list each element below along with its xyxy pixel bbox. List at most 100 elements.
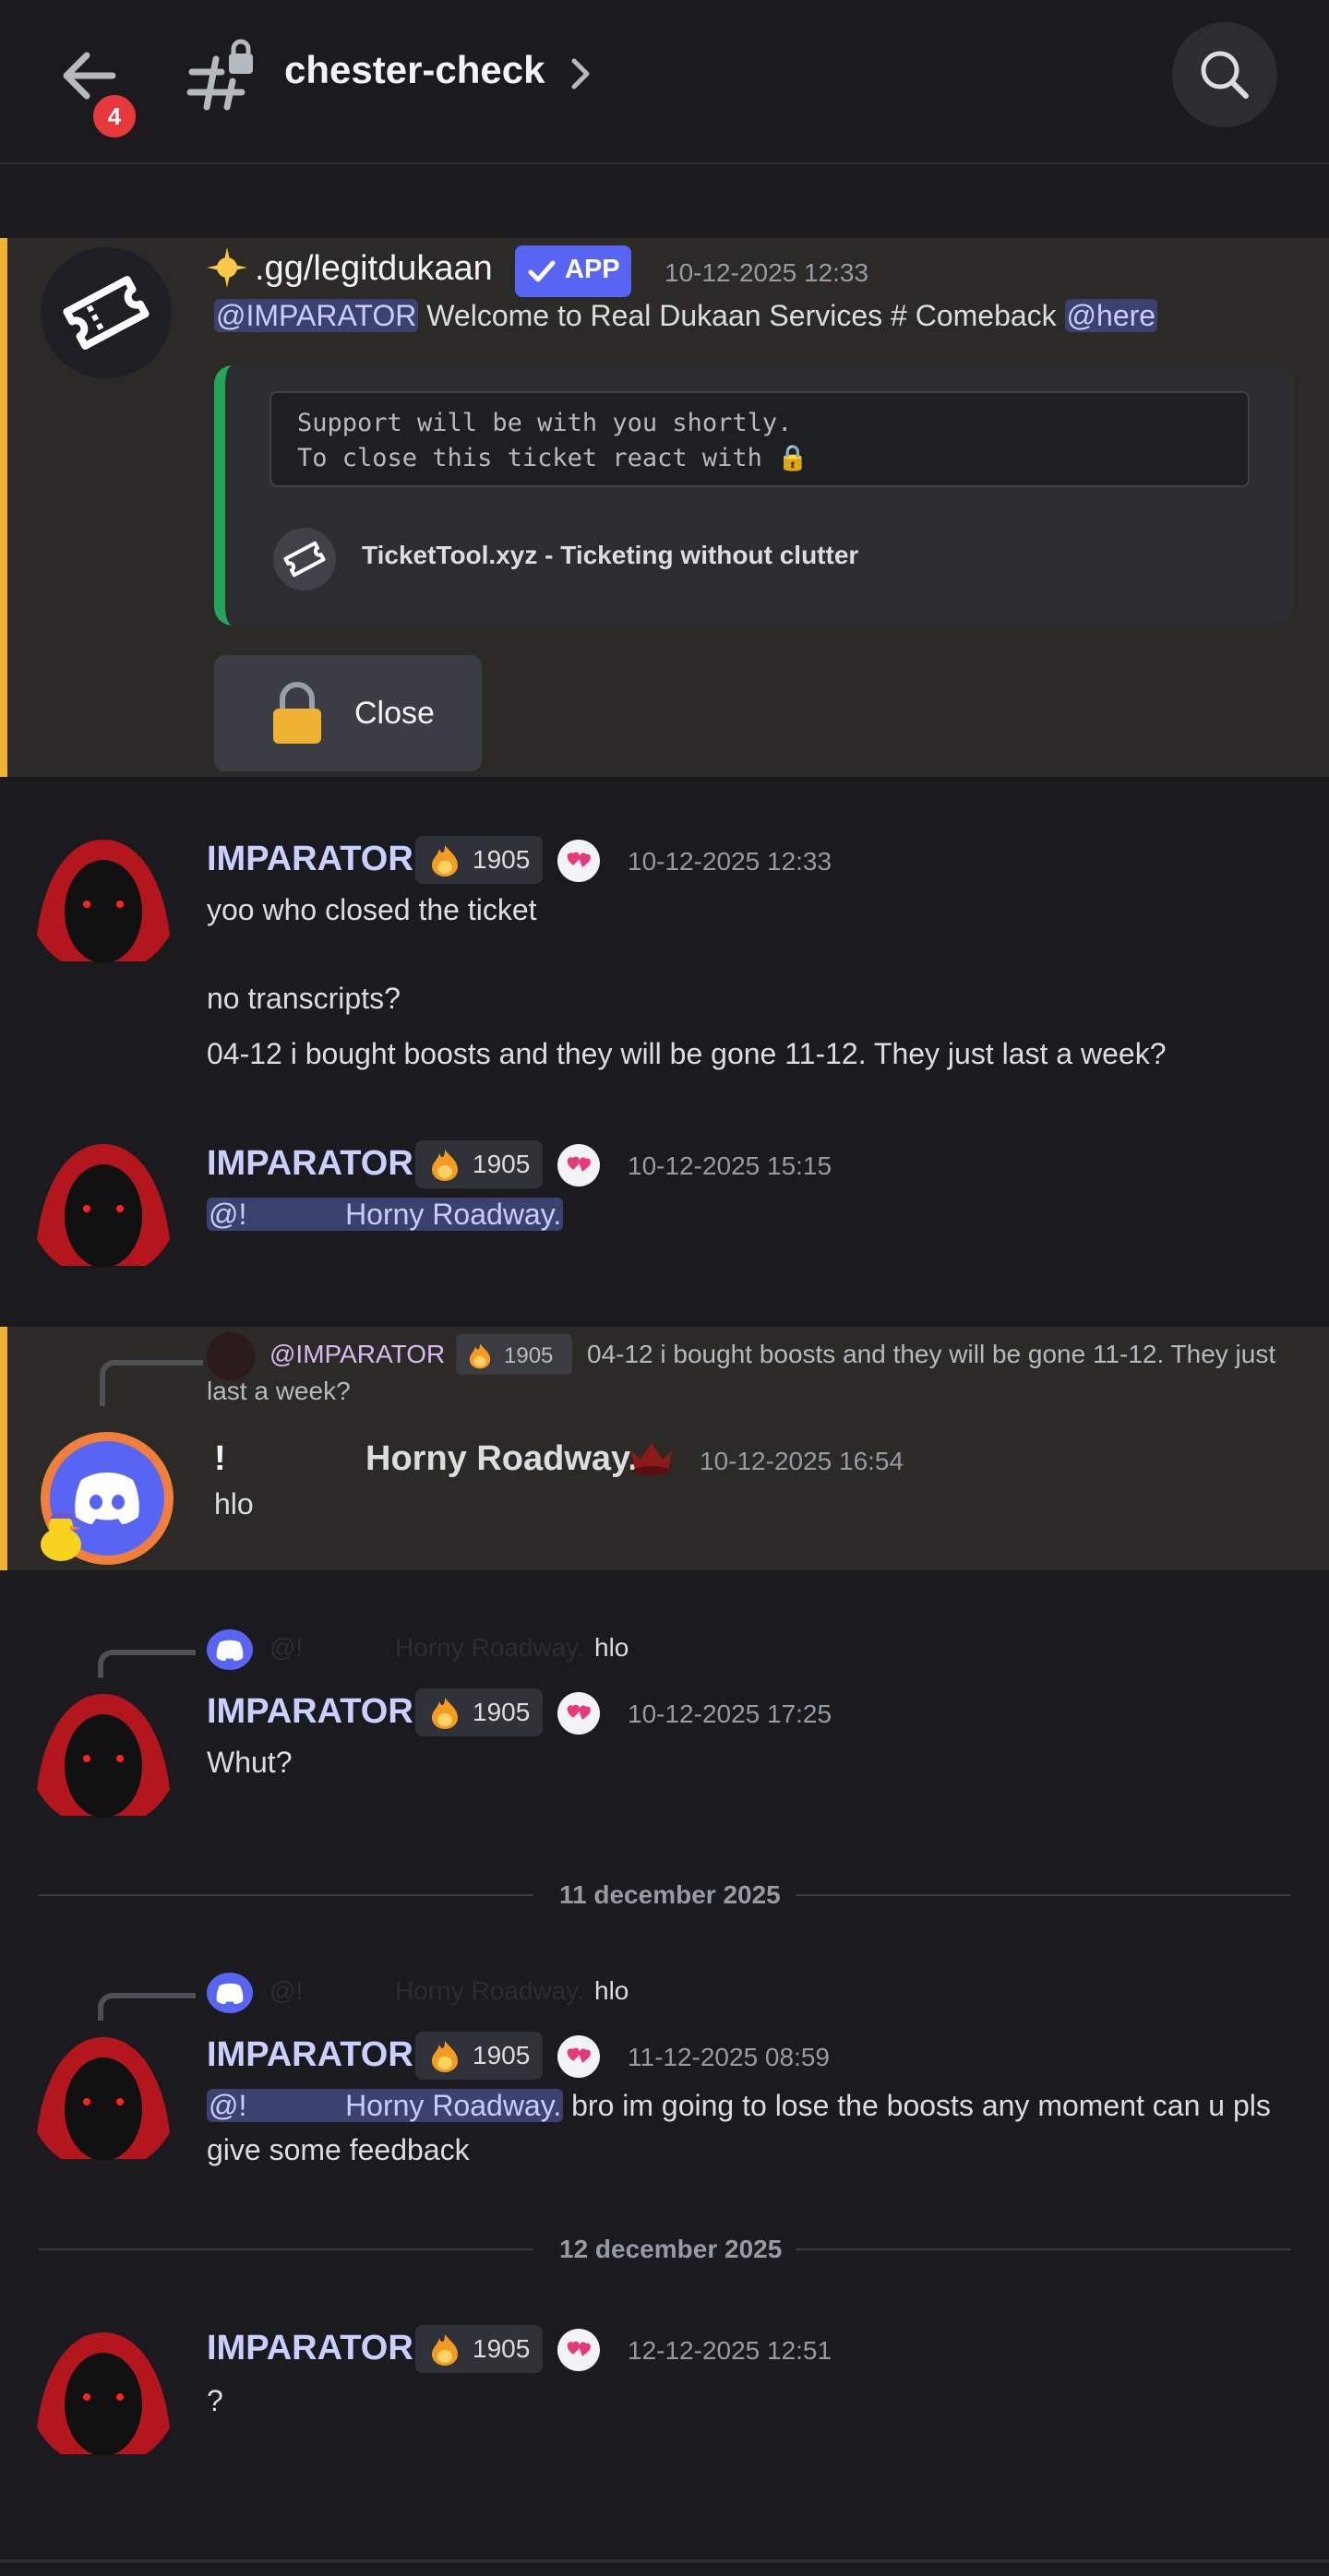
message-horny-roadway: @IMPARATOR 1905 04-12 i bought boosts an… <box>0 1327 1329 1570</box>
timestamp: 10-12-2025 17:25 <box>628 1699 832 1728</box>
embed-footer-text: TicketTool.xyz - Ticketing without clutt… <box>362 541 859 569</box>
message-text: Whut? <box>207 1746 293 1779</box>
channel-hash-lock-icon <box>185 39 258 113</box>
flame-icon <box>432 1150 458 1181</box>
flame-icon <box>432 2334 458 2366</box>
timestamp: 10-12-2025 12:33 <box>628 847 832 876</box>
reply-discord-icon <box>207 1629 253 1670</box>
guild-tag[interactable]: 1905 <box>415 2325 544 2373</box>
username-prefix[interactable]: ! <box>214 1439 226 1479</box>
crown-icon <box>628 1437 676 1480</box>
flame-icon <box>432 2041 458 2072</box>
ticket-tool-avatar[interactable] <box>41 247 172 378</box>
unread-badge: 4 <box>89 90 140 142</box>
reply-discord-icon <box>207 1973 253 2013</box>
flame-icon <box>432 845 458 877</box>
heart-eyes-icon <box>557 840 600 882</box>
imparator-avatar[interactable] <box>28 1127 179 1279</box>
guild-tag[interactable]: 1905 <box>415 2032 544 2080</box>
message-text: yoo who closed the ticket <box>207 893 537 926</box>
guild-tag[interactable]: 1905 <box>415 836 544 884</box>
duck-decoration-icon <box>33 1508 89 1567</box>
reply-guild-tag: 1905 <box>456 1334 572 1375</box>
message-text: Welcome to Real Dukaan Services # Comeba… <box>426 299 1057 332</box>
timestamp: 12-12-2025 12:51 <box>628 2336 832 2365</box>
close-ticket-button[interactable]: Close <box>214 655 482 771</box>
flame-icon <box>469 1343 491 1369</box>
imparator-avatar[interactable] <box>28 2316 179 2467</box>
reply-avatar <box>207 1332 255 1380</box>
chevron-right-icon[interactable] <box>567 54 596 94</box>
tag-label: 1905 <box>473 845 531 874</box>
timestamp: 10-12-2025 12:33 <box>664 258 869 287</box>
reply-username[interactable]: Horny Roadway. <box>395 1633 584 1663</box>
close-button-label: Close <box>354 696 435 731</box>
username[interactable]: IMPARATOR <box>207 840 413 879</box>
date-divider: 11 december 2025 <box>559 1880 781 1909</box>
bot-message: .gg/legitdukaan APP 10-12-2025 12:33 @IM… <box>0 238 1329 777</box>
reply-mention-prefix[interactable]: @! <box>269 1633 303 1663</box>
heart-eyes-icon <box>557 2035 600 2078</box>
embed-line: Support will be with you shortly. <box>297 409 793 437</box>
username[interactable]: IMPARATOR <box>207 2329 413 2368</box>
imparator-avatar[interactable] <box>28 1677 179 1829</box>
timestamp: 10-12-2025 16:54 <box>700 1447 904 1475</box>
tag-label: 1905 <box>473 2041 531 2069</box>
reply-mention-prefix[interactable]: @! <box>269 1976 303 2006</box>
here-mention[interactable]: @here <box>1064 299 1158 332</box>
bot-name[interactable]: .gg/legitdukaan <box>255 249 493 289</box>
reply-connector <box>100 1360 203 1406</box>
heart-eyes-icon <box>557 2329 600 2371</box>
reply-username[interactable]: @IMPARATOR <box>269 1340 445 1369</box>
reply-text: hlo <box>594 1633 629 1662</box>
imparator-avatar[interactable] <box>28 823 179 974</box>
message-text: bro im going to lose the boosts any mome… <box>563 2089 1271 2122</box>
reply-text: 04-12 i bought boosts and they will be g… <box>587 1340 1276 1368</box>
user-mention[interactable]: @! Horny Roadway. <box>207 1198 564 1231</box>
message-content: @! Horny Roadway. <box>207 1198 564 1232</box>
username[interactable]: IMPARATOR <box>207 2035 413 2075</box>
heart-eyes-icon <box>557 1144 600 1187</box>
date-divider: 12 december 2025 <box>559 2235 783 2263</box>
username[interactable]: IMPARATOR <box>207 1144 413 1184</box>
guild-tag[interactable]: 1905 <box>415 1140 544 1188</box>
ticket-icon <box>63 276 150 350</box>
date-divider-line <box>796 2248 1290 2250</box>
reply-tag-label: 1905 <box>504 1343 554 1368</box>
imparator-avatar[interactable] <box>28 2021 179 2172</box>
date-divider-line <box>39 1894 533 1896</box>
message-imparator-1: IMPARATOR 1905 10-12-2025 12:33 yoo who … <box>0 812 1329 1089</box>
message-text: ? <box>207 2384 223 2417</box>
flame-icon <box>432 1698 458 1729</box>
message-imparator-4: @! Horny Roadway. hlo IMPARATOR 1905 11-… <box>0 1967 1329 2179</box>
reply-username[interactable]: Horny Roadway. <box>395 1976 584 2006</box>
message-text: 04-12 i bought boosts and they will be g… <box>207 1037 1167 1070</box>
channel-name[interactable]: chester-check <box>284 48 545 92</box>
reply-text: hlo <box>594 1976 629 2005</box>
sparkle-icon <box>207 247 247 288</box>
message-text: give some feedback <box>207 2133 470 2166</box>
timestamp: 10-12-2025 15:15 <box>628 1151 832 1180</box>
guild-tag[interactable]: 1905 <box>415 1688 544 1736</box>
user-mention[interactable]: @! Horny Roadway. <box>207 2089 564 2122</box>
username[interactable]: IMPARATOR <box>207 1692 413 1732</box>
message-text: hlo <box>214 1487 254 1521</box>
message-content: @! Horny Roadway. bro im going to lose t… <box>207 2089 1271 2123</box>
search-button[interactable] <box>1172 22 1277 127</box>
check-icon <box>528 260 556 282</box>
app-badge: APP <box>515 245 631 297</box>
footer-ticket-icon <box>273 528 336 590</box>
app-badge-label: APP <box>565 255 620 284</box>
tag-label: 1905 <box>473 1150 531 1178</box>
search-icon <box>1201 51 1249 99</box>
channel-header: 4 chester-check <box>0 0 1329 164</box>
username[interactable]: Horny Roadway. <box>365 1439 638 1479</box>
tag-label: 1905 <box>473 2334 531 2363</box>
user-mention[interactable]: @IMPARATOR <box>214 299 419 332</box>
bottom-edge <box>0 2559 1329 2563</box>
reply-text: last a week? <box>207 1377 351 1405</box>
message-text: no transcripts? <box>207 982 401 1015</box>
message-content: @IMPARATOR Welcome to Real Dukaan Servic… <box>214 299 1158 333</box>
embed-line: To close this ticket react with 🔒 <box>297 444 808 472</box>
timestamp: 11-12-2025 08:59 <box>628 2043 830 2071</box>
